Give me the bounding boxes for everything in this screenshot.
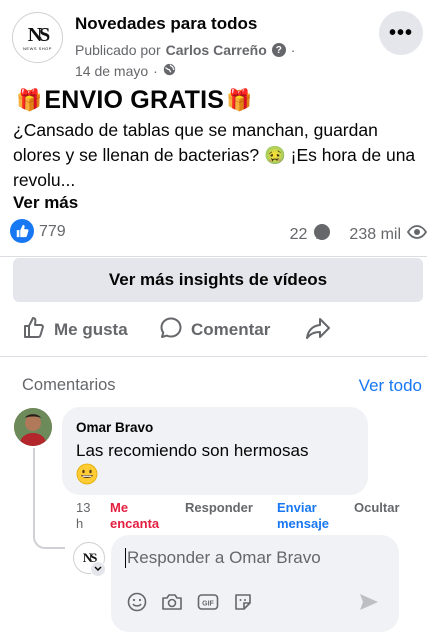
comment-timestamp[interactable]: 13 h <box>76 500 90 532</box>
divider <box>0 256 427 257</box>
gif-icon[interactable]: GIF <box>197 592 219 617</box>
comments-section-label: Comentarios <box>22 376 116 394</box>
comment-bubble-icon <box>313 223 331 246</box>
comment-icon <box>159 316 183 345</box>
comment-text: Las recomiendo son hermosas <box>76 441 309 460</box>
timestamp-number: 13 <box>76 500 91 515</box>
love-reaction-link[interactable]: Me encanta <box>110 500 159 532</box>
hide-comment-link[interactable]: Ocultar <box>354 500 400 516</box>
page-avatar[interactable]: NS NEWS SHOP <box>12 12 63 63</box>
grinning-face-icon <box>76 463 98 490</box>
post-date-line: 14 de mayo · <box>75 63 176 79</box>
commenter-avatar[interactable] <box>14 408 52 446</box>
commenter-name[interactable]: Omar Bravo <box>76 420 153 435</box>
gift-icon: 🎁 <box>226 88 253 112</box>
reaction-label-line1: Me <box>110 500 129 515</box>
share-button[interactable] <box>305 315 331 345</box>
comment-button-label: Comentar <box>191 320 271 339</box>
like-button-label: Me gusta <box>54 320 128 339</box>
emoji-icon[interactable] <box>127 592 147 617</box>
camera-icon[interactable] <box>161 592 183 617</box>
svg-text:GIF: GIF <box>202 601 214 608</box>
send-message-link[interactable]: Enviar mensaje <box>277 500 329 532</box>
more-icon: ••• <box>388 21 413 44</box>
post-title: 🎁 ENVIO GRATIS 🎁 <box>16 86 252 115</box>
post-stats: 22 238 mil <box>247 223 427 246</box>
comment-button[interactable]: Comentar <box>159 315 270 345</box>
send-message-line1: Enviar <box>277 500 317 515</box>
more-options-button[interactable]: ••• <box>379 11 423 55</box>
help-icon[interactable]: ? <box>271 43 286 57</box>
send-message-line2: mensaje <box>277 516 330 531</box>
author-name[interactable]: Carlos Carreño <box>166 42 267 58</box>
composer-tools: GIF <box>127 592 253 617</box>
view-count[interactable]: 238 mil <box>349 226 401 244</box>
post-title-text: ENVIO GRATIS <box>44 86 225 114</box>
like-button[interactable]: Me gusta <box>22 315 128 345</box>
separator-dot: · <box>153 63 158 79</box>
like-count[interactable]: 779 <box>39 223 66 241</box>
page-name[interactable]: Novedades para todos <box>75 14 257 34</box>
timestamp-unit: h <box>76 516 84 531</box>
globe-icon <box>163 63 176 79</box>
published-by-line: Publicado por Carlos Carreño ? · <box>75 42 295 58</box>
page-logo-subtitle: NEWS SHOP <box>23 45 52 51</box>
eye-icon <box>406 225 427 244</box>
see-all-comments-link[interactable]: Ver todo <box>359 376 422 396</box>
separator-dot: · <box>290 42 296 58</box>
thread-connector <box>33 448 65 549</box>
gift-icon: 🎁 <box>16 88 43 112</box>
published-prefix: Publicado por <box>75 42 161 58</box>
reply-link[interactable]: Responder <box>185 500 253 516</box>
reaction-label-line2: encanta <box>110 516 160 531</box>
post-date[interactable]: 14 de mayo <box>75 63 148 79</box>
page-logo-monogram: NS <box>27 23 51 46</box>
thumbs-up-icon <box>22 316 46 345</box>
sticker-icon[interactable] <box>233 592 253 617</box>
send-icon[interactable] <box>358 592 380 617</box>
like-reaction-icon[interactable] <box>10 219 34 243</box>
see-more-link[interactable]: Ver más <box>13 193 78 213</box>
chevron-down-icon[interactable] <box>90 561 106 577</box>
video-insights-button[interactable]: Ver más insights de vídeos <box>13 258 423 302</box>
share-icon <box>305 316 331 345</box>
post-text: ¿Cansado de tablas que se manchan, guard… <box>13 120 416 190</box>
divider <box>0 356 427 357</box>
reply-input[interactable]: Responder a Omar Bravo <box>125 548 321 568</box>
comment-count[interactable]: 22 <box>290 226 308 244</box>
